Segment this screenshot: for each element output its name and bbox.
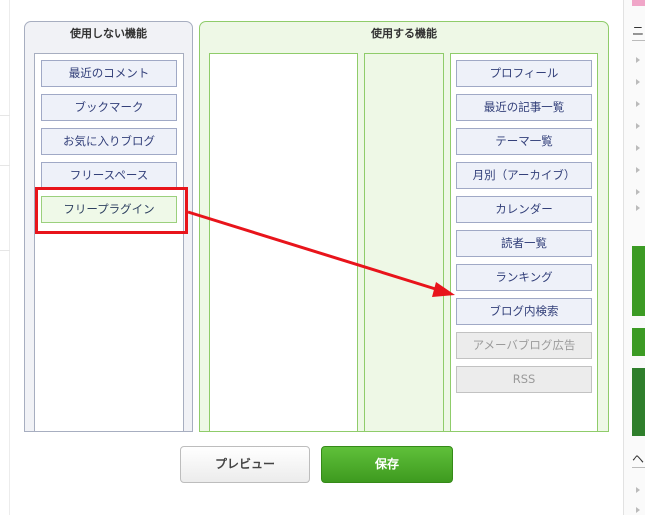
sidebar-heading-1: ニ <box>632 24 645 38</box>
save-button[interactable]: 保存 <box>321 446 453 483</box>
list-bullet-icon <box>636 507 640 513</box>
list-bullet-icon <box>636 79 640 85</box>
list-bullet-icon <box>636 145 640 151</box>
sidebar-banner-3[interactable] <box>632 368 645 436</box>
list-bullet-icon <box>636 189 640 195</box>
list-bullet-icon <box>636 205 640 211</box>
list-bullet-icon <box>636 123 640 129</box>
list-bullet-icon <box>636 101 640 107</box>
sidebar-heading-2: ヘ <box>632 452 645 466</box>
drag-arrow-icon <box>187 210 455 297</box>
preview-button[interactable]: プレビュー <box>180 446 310 483</box>
list-bullet-icon <box>636 57 640 63</box>
list-bullet-icon <box>636 487 640 493</box>
sidebar-divider <box>632 467 645 468</box>
list-bullet-icon <box>636 167 640 173</box>
right-sidebar: ニ ヘ <box>623 0 645 515</box>
sidebar-banner-1[interactable] <box>632 246 645 316</box>
sidebar-divider <box>632 40 645 41</box>
sidebar-banner-2[interactable] <box>632 328 645 356</box>
sidebar-accent-bar <box>632 0 645 6</box>
